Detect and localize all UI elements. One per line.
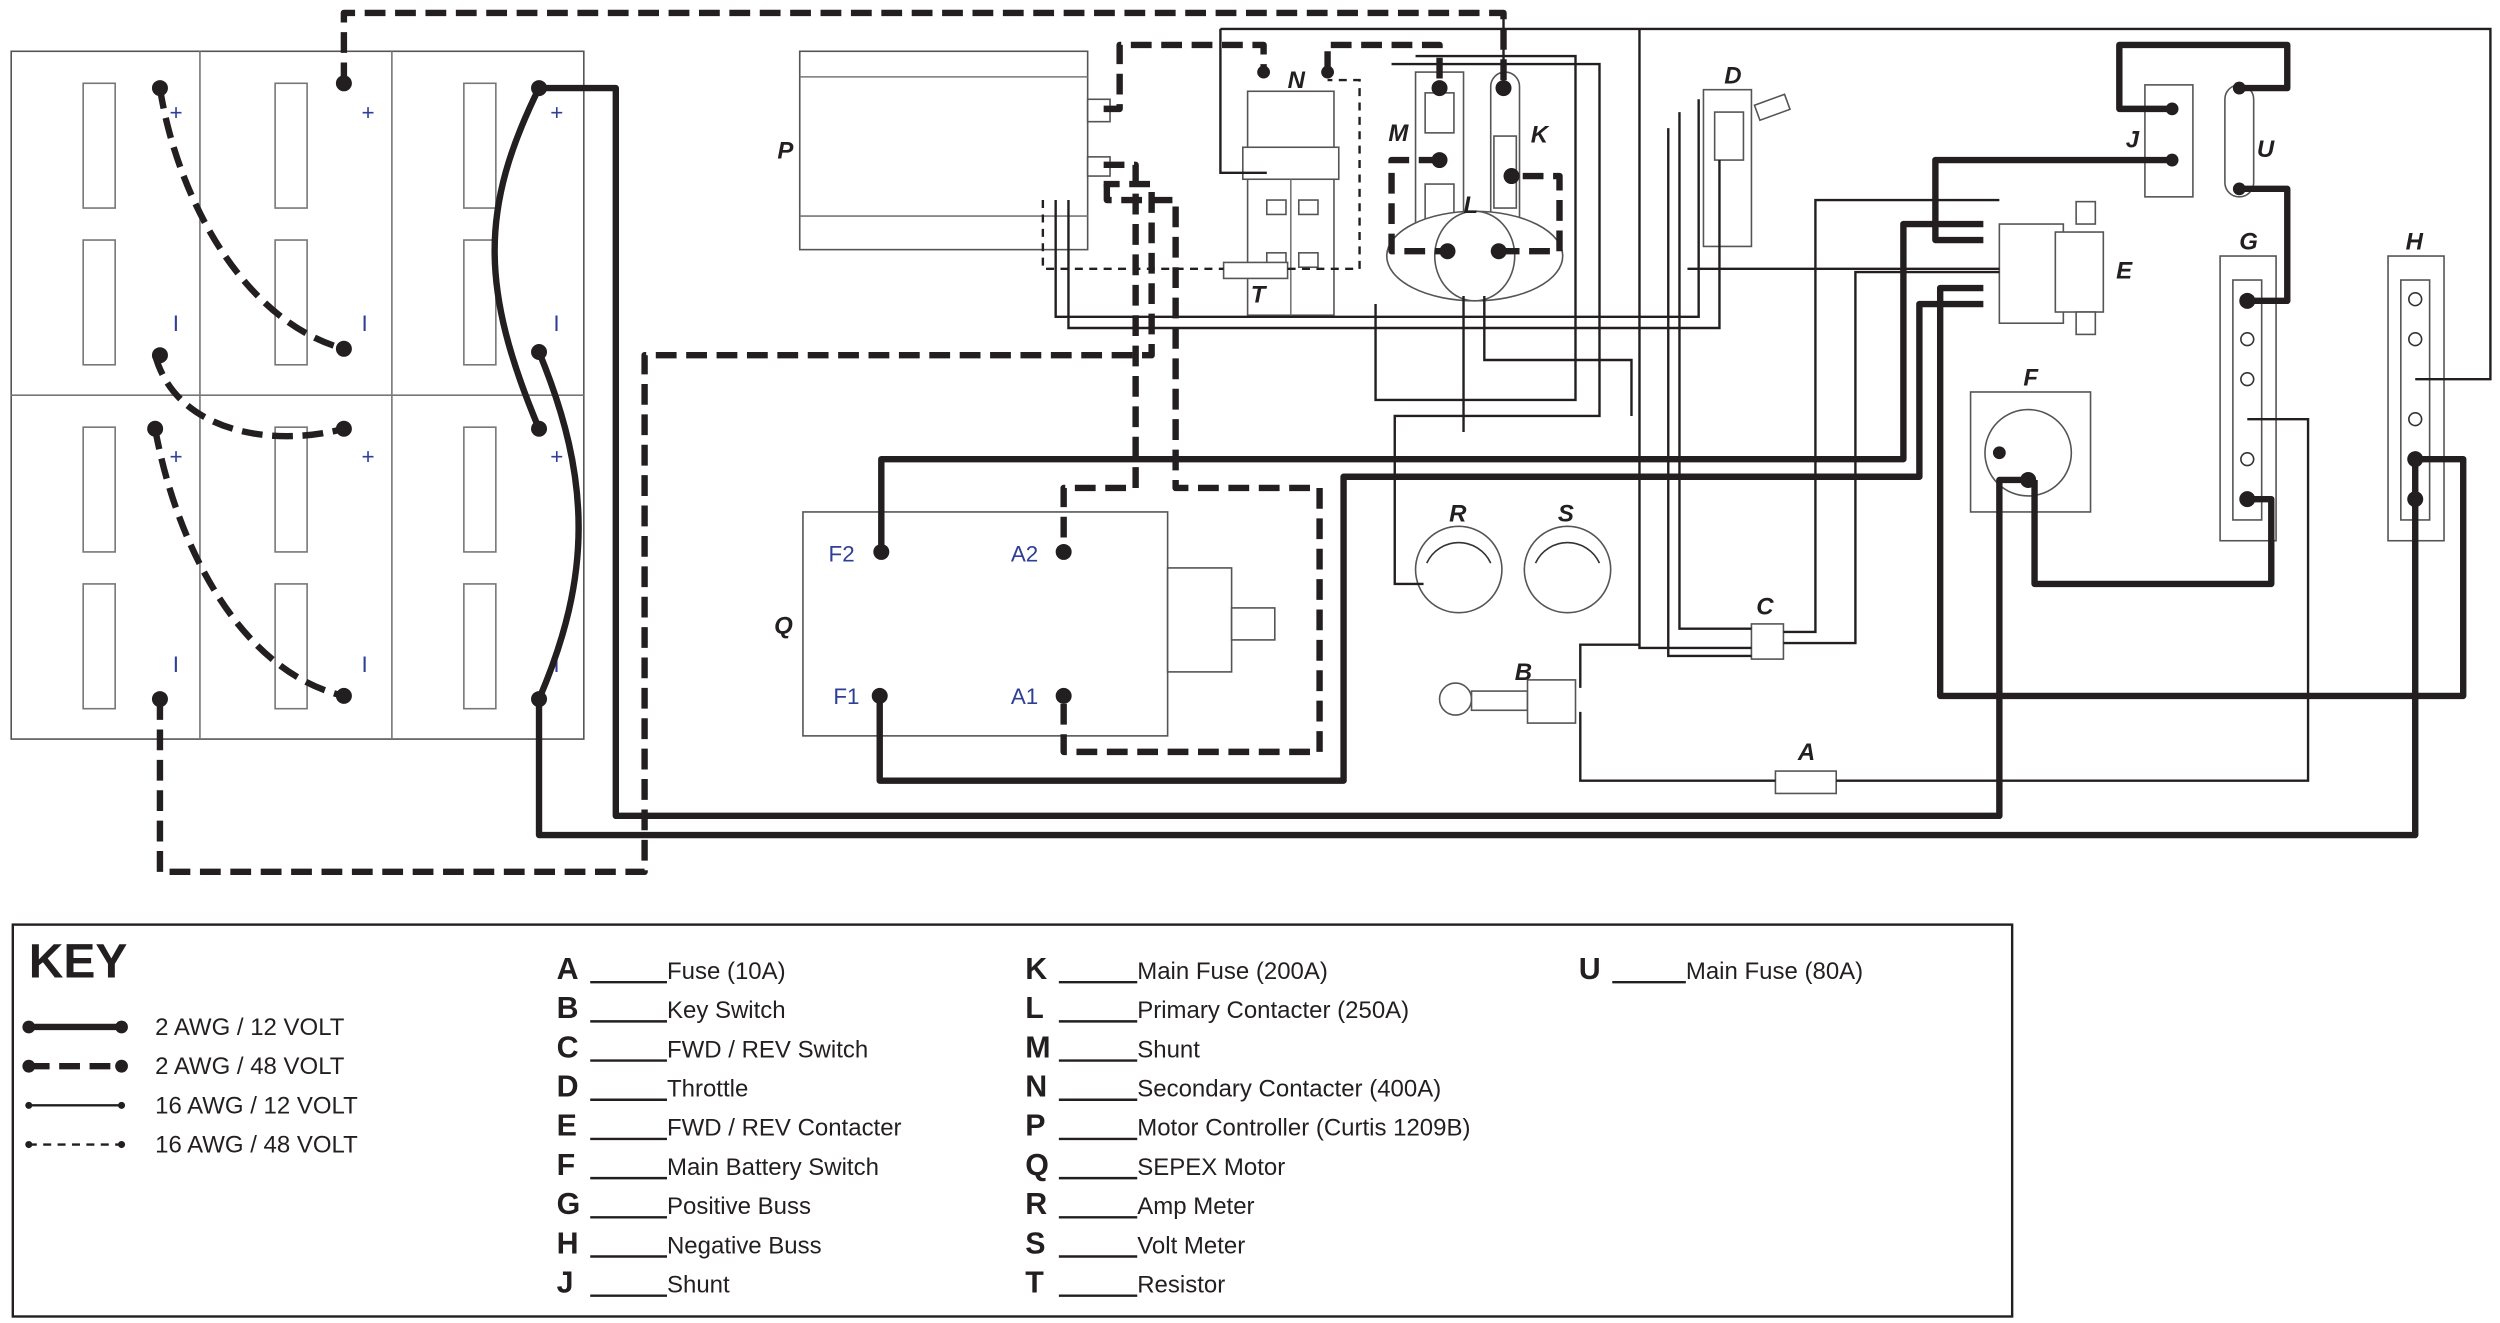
- resistor: [1222, 261, 1289, 280]
- key-letter: S: [1025, 1226, 1045, 1260]
- terminal-f2: F2: [829, 542, 855, 567]
- key-description: Fuse (10A): [667, 958, 786, 985]
- key-description: Positive Buss: [667, 1193, 811, 1220]
- key-letter: E: [557, 1109, 577, 1143]
- polarity-minus: I: [553, 311, 559, 336]
- key-description: Amp Meter: [1137, 1193, 1254, 1220]
- volt-meter: [1523, 525, 1612, 614]
- terminal-f1: F1: [833, 684, 859, 709]
- motor-controller: [798, 50, 1111, 251]
- label-q: Q: [774, 613, 793, 640]
- key-letter: L: [1025, 991, 1044, 1025]
- key-letter: K: [1025, 952, 1047, 986]
- polarity-plus: +: [361, 100, 374, 125]
- key-description: Shunt: [667, 1271, 730, 1298]
- key-letter: T: [1025, 1265, 1044, 1299]
- polarity-minus: I: [173, 311, 179, 336]
- fuse-10a: [1774, 770, 1838, 795]
- key-description: Key Switch: [667, 997, 786, 1024]
- label-s: S: [1558, 501, 1574, 528]
- battery-bank: + + + I I I + + + I I I: [10, 50, 585, 740]
- key-letter: C: [557, 1030, 579, 1064]
- key-title: KEY: [29, 935, 128, 988]
- key-description: FWD / REV Switch: [667, 1036, 868, 1063]
- key-letter: R: [1025, 1187, 1047, 1221]
- key-description: Main Battery Switch: [667, 1154, 879, 1181]
- label-j: J: [2126, 126, 2140, 153]
- throttle: [1702, 88, 1792, 248]
- key-description: Resistor: [1137, 1271, 1225, 1298]
- polarity-plus: +: [170, 100, 183, 125]
- label-h: H: [2406, 229, 2424, 256]
- key-description: Main Fuse (200A): [1137, 958, 1328, 985]
- label-e: E: [2116, 257, 2133, 284]
- polarity-plus: +: [361, 444, 374, 469]
- key-description: Volt Meter: [1137, 1232, 1245, 1259]
- key-description: Throttle: [667, 1076, 748, 1103]
- label-l: L: [1464, 192, 1479, 219]
- key-letter: G: [557, 1187, 581, 1221]
- label-a: A: [1797, 739, 1815, 766]
- key-letter: B: [557, 991, 579, 1025]
- key-description: Main Fuse (80A): [1686, 958, 1863, 985]
- key-letter: N: [1025, 1070, 1047, 1104]
- key-description: SEPEX Motor: [1137, 1154, 1285, 1181]
- polarity-minus: I: [361, 652, 367, 677]
- key-description: Shunt: [1137, 1036, 1200, 1063]
- key-letter: Q: [1025, 1148, 1049, 1182]
- legend-label: 16 AWG / 12 VOLT: [155, 1092, 358, 1119]
- key-letter: D: [557, 1070, 579, 1104]
- legend-label: 2 AWG / 48 VOLT: [155, 1053, 345, 1080]
- key-description: FWD / REV Contacter: [667, 1115, 902, 1142]
- key-letter: F: [557, 1148, 576, 1182]
- key-letter: H: [557, 1226, 579, 1260]
- key-letter: A: [557, 952, 579, 986]
- key-description: Primary Contacter (250A): [1137, 997, 1409, 1024]
- key-switch: [1438, 679, 1577, 724]
- label-b: B: [1515, 659, 1532, 686]
- label-t: T: [1251, 281, 1268, 308]
- fwd-rev-switch: [1750, 623, 1785, 660]
- key-letter: P: [1025, 1109, 1045, 1143]
- sepex-motor: [802, 511, 1276, 737]
- label-p: P: [777, 137, 794, 164]
- label-k: K: [1531, 121, 1550, 148]
- legend-label: 16 AWG / 48 VOLT: [155, 1132, 358, 1159]
- primary-contacter: [1385, 210, 1564, 302]
- legend-label: 2 AWG / 12 VOLT: [155, 1014, 345, 1041]
- fwd-rev-contacter: [1998, 200, 2105, 336]
- key-description: Secondary Contacter (400A): [1137, 1076, 1441, 1103]
- key-letter: J: [557, 1265, 574, 1299]
- label-m: M: [1388, 120, 1409, 147]
- label-u: U: [2257, 136, 2275, 163]
- polarity-plus: +: [550, 100, 563, 125]
- label-n: N: [1288, 67, 1306, 94]
- wiring-diagram: + + + I I I + + + I I I P N M K L T D J …: [10, 9, 2492, 1318]
- label-c: C: [1756, 593, 1774, 620]
- polarity-plus: +: [170, 444, 183, 469]
- polarity-plus: +: [550, 444, 563, 469]
- shunt-j: [2144, 84, 2194, 198]
- label-g: G: [2239, 229, 2258, 256]
- label-f: F: [2023, 365, 2039, 392]
- terminal-a2: A2: [1011, 542, 1038, 567]
- amp-meter: [1414, 525, 1503, 614]
- terminal-a1: A1: [1011, 684, 1038, 709]
- key-description: Motor Controller (Curtis 1209B): [1137, 1115, 1470, 1142]
- key-description: Negative Buss: [667, 1232, 822, 1259]
- label-d: D: [1724, 62, 1741, 89]
- key-letter: U: [1579, 952, 1601, 986]
- key-legend: KEY 2 AWG / 12 VOLT 2 AWG / 48 VOLT 16 AWG…: [11, 923, 2014, 1318]
- polarity-minus: I: [173, 652, 179, 677]
- main-fuse-80a: [2224, 84, 2255, 198]
- label-r: R: [1449, 501, 1467, 528]
- key-letter: M: [1025, 1030, 1050, 1064]
- polarity-minus: I: [361, 311, 367, 336]
